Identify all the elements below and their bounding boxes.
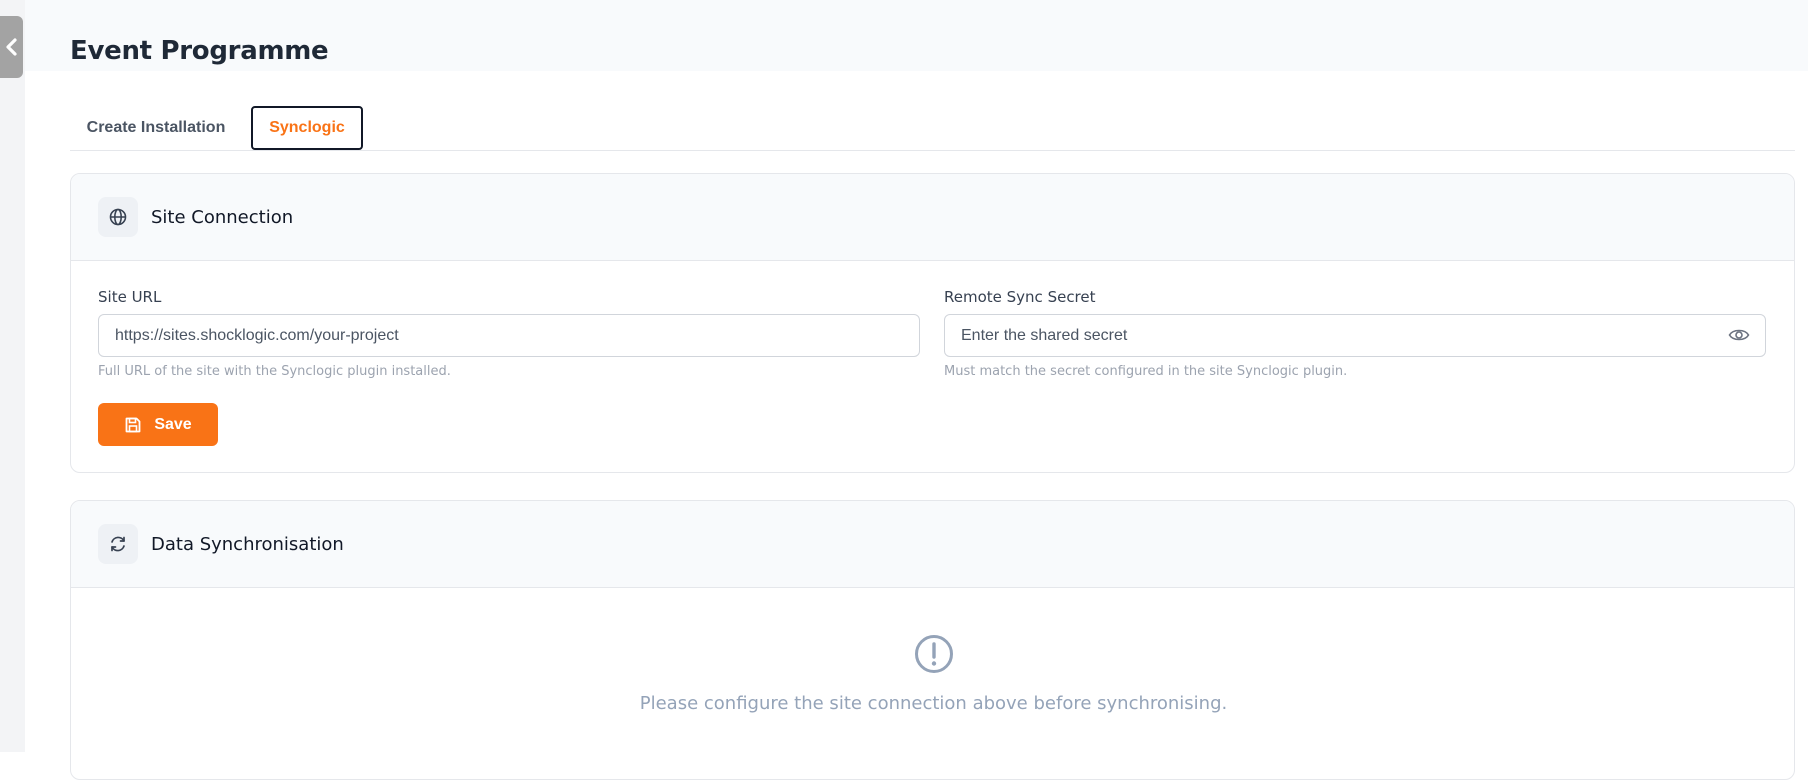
data-synchronisation-header: Data Synchronisation	[71, 501, 1794, 588]
page-title: Event Programme	[70, 36, 329, 66]
chevron-left-icon	[5, 38, 17, 56]
remote-secret-input[interactable]	[944, 314, 1766, 357]
exclamation-circle-icon	[914, 634, 954, 679]
site-connection-card: Site Connection Site URL Full URL of the…	[70, 173, 1795, 473]
site-url-input[interactable]	[98, 314, 920, 357]
tab-bar: Create Installation Synclogic	[70, 106, 1795, 151]
remote-secret-label: Remote Sync Secret	[944, 288, 1096, 306]
empty-state: Please configure the site connection abo…	[71, 634, 1794, 714]
save-button-label: Save	[154, 415, 192, 433]
globe-icon	[98, 197, 138, 237]
tab-synclogic[interactable]: Synclogic	[251, 106, 363, 150]
data-synchronisation-title: Data Synchronisation	[151, 533, 344, 555]
save-button[interactable]: Save	[98, 403, 218, 446]
remote-secret-hint: Must match the secret configured in the …	[944, 364, 1348, 379]
site-connection-header: Site Connection	[71, 174, 1794, 261]
refresh-icon	[98, 524, 138, 564]
sidebar-collapse-button[interactable]	[0, 16, 23, 78]
site-url-hint: Full URL of the site with the Synclogic …	[98, 364, 451, 379]
site-url-label: Site URL	[98, 288, 162, 306]
data-synchronisation-card: Data Synchronisation Please configure th…	[70, 500, 1795, 780]
left-sidebar-strip	[0, 0, 25, 752]
tab-create-installation[interactable]: Create Installation	[70, 106, 242, 150]
toggle-secret-visibility-button[interactable]	[1725, 321, 1753, 349]
save-icon	[125, 417, 141, 432]
site-connection-title: Site Connection	[151, 206, 294, 228]
eye-icon	[1728, 329, 1750, 341]
empty-state-message: Please configure the site connection abo…	[639, 693, 1228, 714]
